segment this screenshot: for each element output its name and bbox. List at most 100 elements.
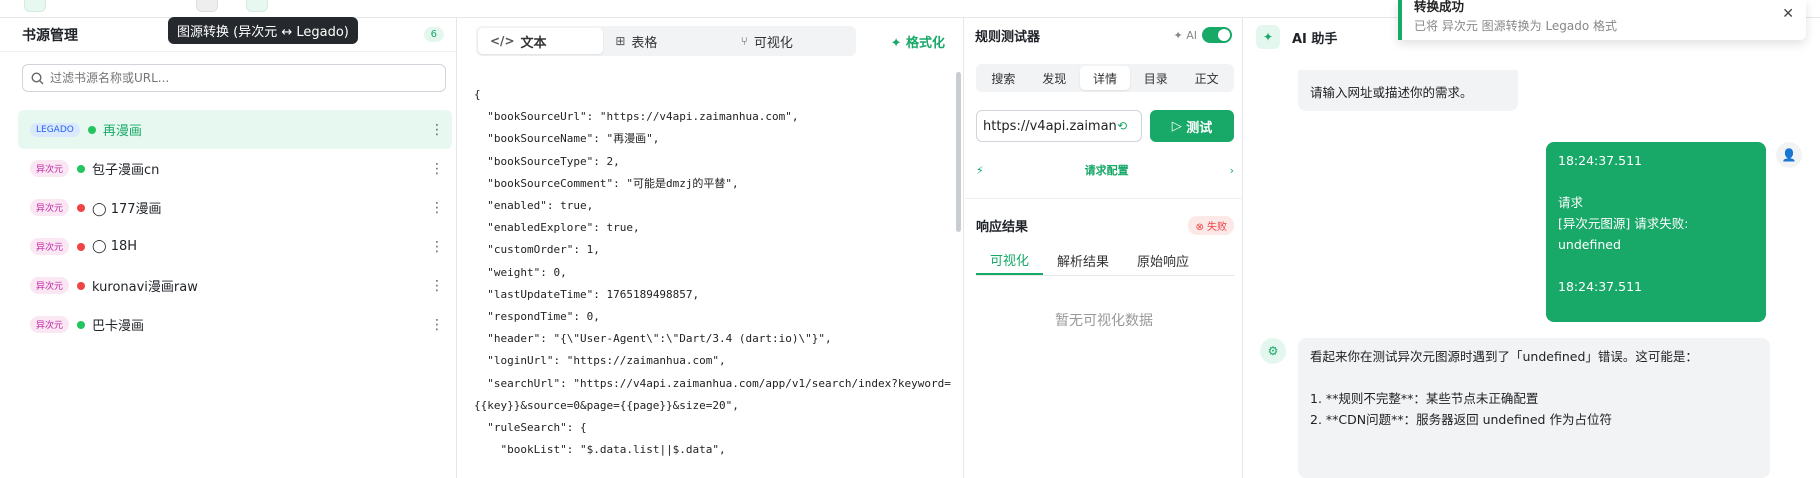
status-dot-icon bbox=[77, 203, 86, 212]
source-item[interactable]: 异次元 kuronavi漫画raw ⋮ bbox=[18, 266, 452, 305]
source-panel-title: 书源管理 bbox=[22, 27, 78, 44]
source-name: 巴卡漫画 bbox=[92, 319, 145, 334]
format-button[interactable]: ✦ 格式化 bbox=[891, 32, 945, 51]
ai-toggle[interactable] bbox=[1202, 27, 1232, 43]
tab-table[interactable]: ⊞ 表格 bbox=[603, 28, 728, 54]
source-count-badge: 6 bbox=[423, 27, 444, 42]
toolbar-button[interactable] bbox=[246, 0, 268, 12]
format-label: 格式化 bbox=[905, 36, 945, 51]
source-type-tag: 异次元 bbox=[30, 199, 70, 216]
toast-description: 已将 异次元 图源转换为 Legado 格式 bbox=[1414, 19, 1618, 33]
code-editor[interactable]: { "bookSourceUrl": "https://v4api.zaiman… bbox=[474, 84, 952, 461]
source-type-tag: 异次元 bbox=[30, 160, 70, 177]
test-button[interactable]: ▷ 测试 bbox=[1150, 110, 1234, 142]
source-type-tag: 异次元 bbox=[30, 277, 70, 294]
status-dot-icon bbox=[77, 242, 86, 251]
tester-title: 规则测试器 bbox=[975, 29, 1041, 45]
toolbar-button[interactable] bbox=[24, 0, 46, 12]
tab-label: 文本 bbox=[520, 35, 547, 51]
app-root: 图源转换 (异次元 ↔ Legado) 书源管理 6 LEGADO再漫画⋮异次元… bbox=[0, 0, 1820, 478]
source-type-tag: 异次元 bbox=[30, 238, 70, 255]
user-message: 18:24:37.511 请求 [异次元图源] 请求失败: undefined … bbox=[1546, 142, 1766, 357]
more-vertical-icon[interactable]: ⋮ bbox=[430, 122, 444, 138]
tab-label: 表格 bbox=[631, 35, 658, 51]
toast-title: 转换成功 bbox=[1414, 0, 1465, 14]
source-item[interactable]: LEGADO 再漫画 ⋮ bbox=[18, 110, 452, 149]
code-icon: </> bbox=[490, 34, 515, 48]
more-vertical-icon[interactable]: ⋮ bbox=[430, 317, 444, 333]
source-item[interactable]: 异次元 包子漫画cn ⋮ bbox=[18, 149, 452, 188]
close-icon[interactable]: ✕ bbox=[1782, 6, 1794, 22]
editor-tabs: </> 文本 ⊞ 表格 ⑂ 可视化 bbox=[476, 26, 856, 56]
source-search[interactable] bbox=[22, 64, 446, 92]
fail-label: 失败 bbox=[1207, 222, 1227, 233]
source-item[interactable]: 异次元 巴卡漫画 ⋮ bbox=[18, 305, 452, 344]
convert-tooltip: 图源转换 (异次元 ↔ Legado) bbox=[168, 17, 358, 44]
result-tab[interactable]: 原始响应 bbox=[1123, 246, 1203, 275]
tester-tab[interactable]: 发现 bbox=[1029, 66, 1080, 90]
url-field[interactable]: ⟲ bbox=[976, 110, 1142, 142]
editor-panel: </> 文本 ⊞ 表格 ⑂ 可视化 ✦ 格式化 { "bookSourceUrl": "h… bbox=[458, 18, 964, 478]
bolt-icon: ⚡ bbox=[976, 163, 984, 177]
source-name: kuronavi漫画raw bbox=[92, 280, 198, 295]
source-name: 再漫画 bbox=[102, 124, 142, 139]
editor-scrollbar[interactable] bbox=[956, 72, 961, 232]
source-name: 包子漫画cn bbox=[92, 163, 160, 178]
tester-tab[interactable]: 目录 bbox=[1130, 66, 1181, 90]
sparkle-icon: ✦ bbox=[1173, 28, 1187, 42]
source-item[interactable]: 异次元 ◯ 18H ⋮ bbox=[18, 227, 452, 266]
ai-toggle-label: AI bbox=[1186, 28, 1197, 42]
sparkle-icon: ✦ bbox=[1256, 25, 1280, 49]
url-input[interactable] bbox=[983, 118, 1117, 134]
status-dot-icon bbox=[77, 320, 86, 329]
play-icon: ▷ bbox=[1171, 118, 1187, 134]
source-search-input[interactable] bbox=[50, 71, 430, 85]
tab-flow[interactable]: ⑂ 可视化 bbox=[729, 28, 854, 54]
ai-title: AI 助手 bbox=[1292, 31, 1338, 47]
search-icon bbox=[31, 71, 44, 84]
empty-state: 暂无可视化数据 bbox=[1055, 313, 1153, 329]
source-item[interactable]: 异次元 ◯ 177漫画 ⋮ bbox=[18, 188, 452, 227]
tab-code[interactable]: </> 文本 bbox=[478, 28, 604, 54]
tester-tab[interactable]: 正文 bbox=[1181, 66, 1232, 90]
history-icon[interactable]: ⟲ bbox=[1117, 119, 1127, 133]
tester-tab[interactable]: 详情 bbox=[1079, 66, 1131, 90]
source-name: ◯ 18H bbox=[92, 239, 138, 254]
convert-button[interactable] bbox=[196, 0, 218, 12]
ai-toggle-group: ✦ AI bbox=[1173, 27, 1232, 43]
bot-avatar-icon: ⚙ bbox=[1260, 338, 1286, 364]
more-vertical-icon[interactable]: ⋮ bbox=[430, 161, 444, 177]
source-type-tag: 异次元 bbox=[30, 316, 70, 333]
table-icon: ⊞ bbox=[615, 34, 626, 48]
test-label: 测试 bbox=[1186, 120, 1213, 136]
status-dot-icon bbox=[77, 164, 86, 173]
flow-icon: ⑂ bbox=[740, 34, 748, 48]
status-dot-icon bbox=[87, 125, 96, 134]
source-type-tag: LEGADO bbox=[30, 122, 80, 137]
more-vertical-icon[interactable]: ⋮ bbox=[430, 239, 444, 255]
more-vertical-icon[interactable]: ⋮ bbox=[430, 200, 444, 216]
source-panel: 书源管理 6 LEGADO再漫画⋮异次元包子漫画cn⋮异次元◯ 177漫画⋮异次… bbox=[0, 18, 457, 478]
success-toast: 转换成功 已将 异次元 图源转换为 Legado 格式 ✕ bbox=[1398, 0, 1806, 40]
response-title: 响应结果 bbox=[976, 220, 1029, 235]
fail-badge: ⊗ 失败 bbox=[1188, 216, 1234, 235]
result-tabs: 可视化 解析结果 原始响应 bbox=[976, 246, 1234, 276]
tester-panel: 规则测试器 ✦ AI 搜索发现详情目录正文 ⟲ ▷ 测试 ⚡ 请求配置 › 响应… bbox=[965, 18, 1243, 478]
divider bbox=[965, 198, 1242, 199]
tester-tab[interactable]: 搜索 bbox=[978, 66, 1029, 90]
tester-tabs: 搜索 发现 详情 目录 正文 bbox=[976, 64, 1234, 92]
tester-header: 规则测试器 ✦ AI bbox=[965, 18, 1242, 52]
source-list: LEGADO 再漫画 ⋮ 异次元 包子漫画cn ⋮ 异次元 ◯ 177漫画 ⋮ 异次元 ◯ 18H ⋮… bbox=[18, 110, 452, 344]
response-header: 响应结果 ⊗ 失败 bbox=[976, 216, 1234, 235]
ai-panel: ✦ AI 助手 请输入网址或描述你的需求。 18:24:37.511 请求 [异… bbox=[1244, 18, 1820, 478]
sparkle-icon: ✦ bbox=[890, 36, 906, 51]
assistant-message: 请输入网址或描述你的需求。 bbox=[1298, 70, 1518, 111]
result-tab[interactable]: 解析结果 bbox=[1043, 246, 1123, 275]
source-name: ◯ 177漫画 bbox=[92, 202, 162, 217]
tab-label: 可视化 bbox=[753, 35, 793, 51]
request-config-row[interactable]: ⚡ 请求配置 › bbox=[976, 158, 1234, 182]
more-vertical-icon[interactable]: ⋮ bbox=[430, 278, 444, 294]
assistant-message: 看起来你在测试异次元图源时遇到了「undefined」错误。这可能是： 1. *… bbox=[1298, 338, 1770, 478]
result-tab[interactable]: 可视化 bbox=[976, 246, 1044, 275]
error-icon: ⊗ bbox=[1195, 222, 1207, 233]
